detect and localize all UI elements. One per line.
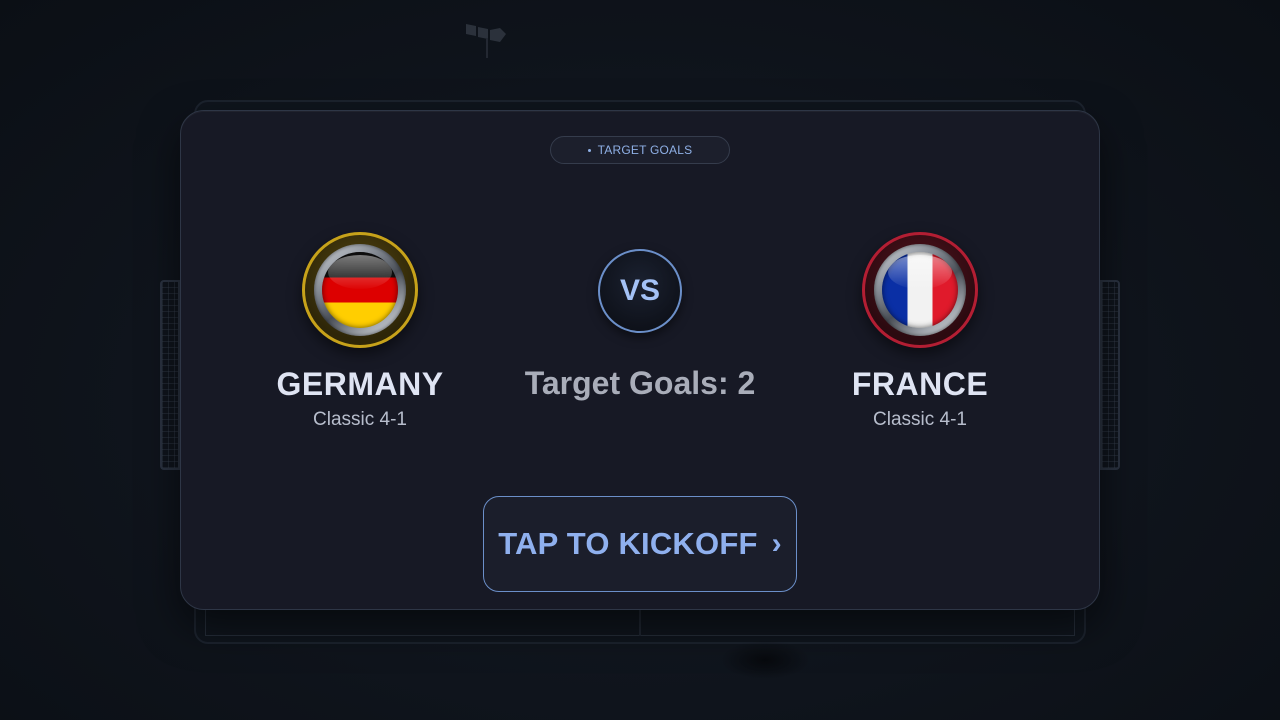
kickoff-button[interactable]: TAP TO KICKOFF › [483, 496, 797, 592]
right-goal-net [1100, 280, 1120, 470]
home-team-name: GERMANY [276, 366, 444, 402]
france-flag-icon [882, 252, 958, 328]
badge-ring [874, 244, 966, 336]
kickoff-label: TAP TO KICKOFF [498, 526, 758, 561]
pill-dot-icon [587, 148, 591, 152]
home-team: GERMANY Classic 4-1 [240, 232, 480, 432]
target-goals-label: Target Goals: 2 [524, 365, 756, 401]
away-team-name: FRANCE [851, 366, 989, 402]
game-stage: TARGET GOALS GERMANY Classic 4-1 VS Targ… [0, 0, 1280, 720]
left-goal-net [160, 280, 180, 470]
vs-badge: VS [598, 249, 682, 333]
ground-shadow [720, 640, 810, 680]
pill-label: TARGET GOALS [597, 143, 693, 157]
germany-flag-icon [322, 252, 398, 328]
home-team-badge [302, 232, 418, 348]
badge-ring [314, 244, 406, 336]
away-team-badge [862, 232, 978, 348]
target-goals-pill: TARGET GOALS [550, 136, 730, 164]
away-team-formation: Classic 4-1 [873, 409, 967, 430]
home-team-formation: Classic 4-1 [313, 409, 407, 430]
away-team: FRANCE Classic 4-1 [800, 232, 1040, 432]
floodlight-icon [466, 24, 506, 58]
chevron-right-icon: › [771, 527, 782, 560]
